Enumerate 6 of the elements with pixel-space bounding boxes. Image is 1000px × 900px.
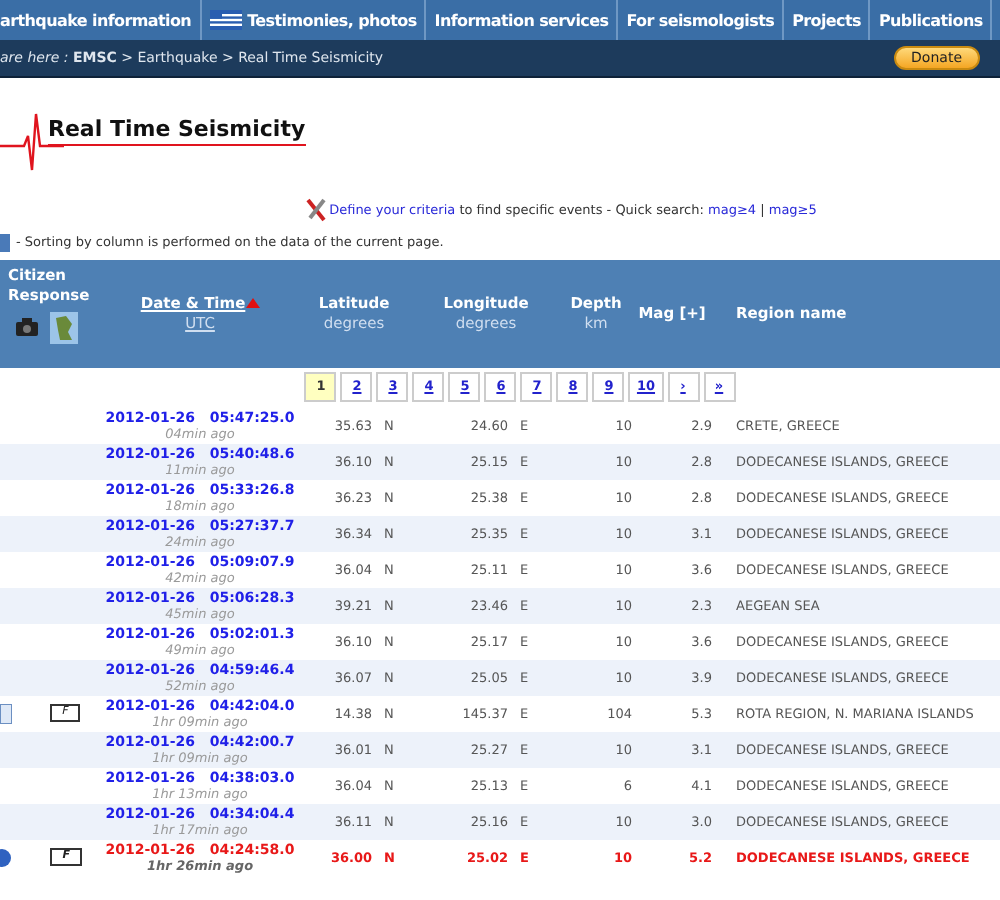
sort-arrow-icon: [245, 298, 260, 308]
flag-icon: [209, 10, 242, 30]
page-title: Real Time Seismicity: [48, 116, 306, 146]
map-icon: [50, 311, 78, 343]
nav-item[interactable]: arthquake information: [0, 0, 202, 40]
camera-icon: [16, 318, 38, 336]
